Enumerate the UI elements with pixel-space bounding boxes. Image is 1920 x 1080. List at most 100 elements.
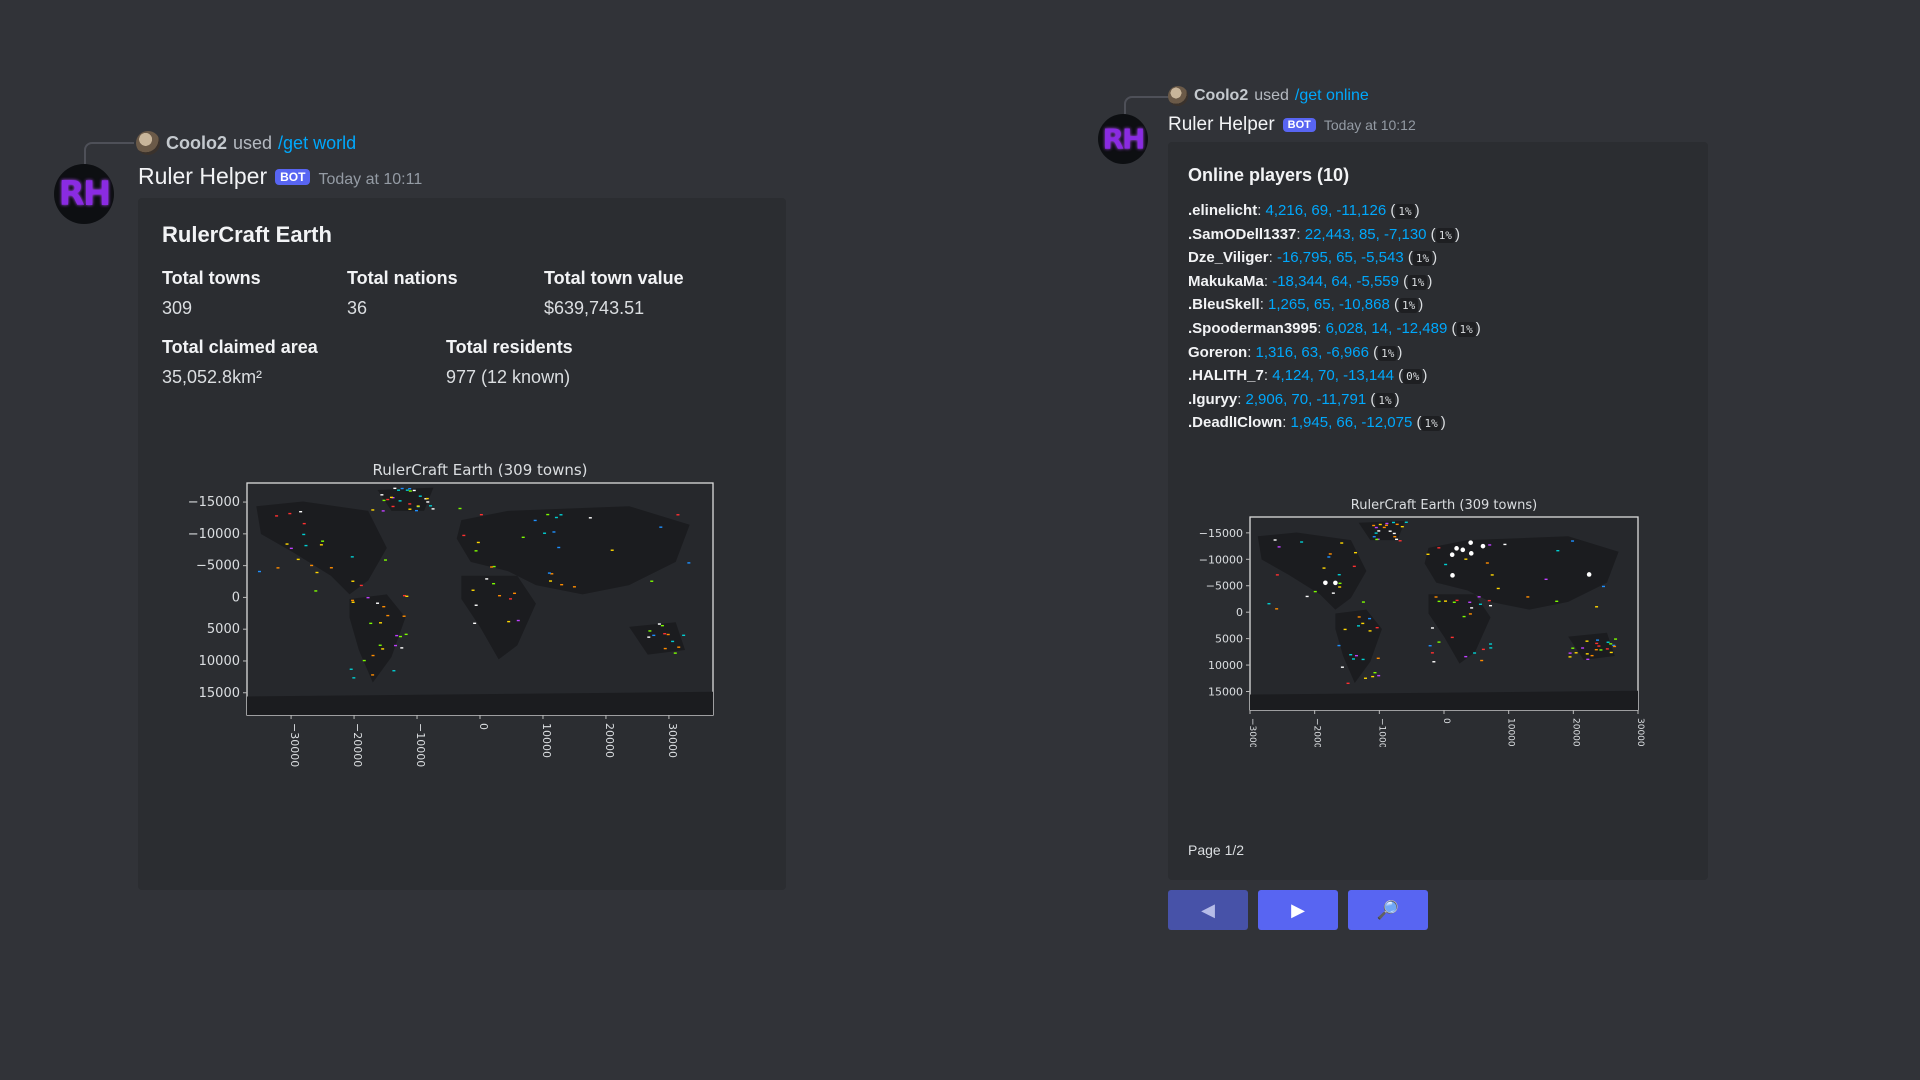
town-marker	[394, 644, 398, 647]
town-marker	[1354, 654, 1358, 657]
player-row: .elinelicht: 4,216, 69, -11,126 (1%)	[1188, 202, 1420, 219]
town-marker	[1275, 608, 1279, 610]
town-marker	[1609, 643, 1613, 645]
town-marker	[1555, 600, 1559, 602]
town-marker	[315, 571, 319, 574]
replied-user-avatar[interactable]	[136, 131, 160, 155]
town-marker	[657, 623, 661, 625]
player-percent: 1%	[1456, 322, 1476, 337]
reply-command[interactable]: /get online	[1295, 87, 1369, 105]
town-marker	[1377, 674, 1381, 677]
town-marker	[1462, 615, 1466, 618]
town-marker	[1351, 658, 1355, 660]
town-marker	[1468, 601, 1472, 603]
town-marker	[507, 620, 511, 623]
x-tick-label: −20000	[1312, 718, 1322, 747]
y-tick-label: 0	[232, 590, 240, 605]
reply-connector	[84, 142, 134, 164]
town-marker	[671, 640, 675, 643]
player-name: .elinelicht	[1188, 202, 1258, 219]
world-map-chart[interactable]: RulerCraft Earth (309 towns) −15000 −10000…	[150, 448, 750, 778]
town-marker	[431, 508, 435, 510]
town-marker	[304, 544, 308, 547]
town-marker	[547, 572, 551, 574]
town-marker	[1595, 642, 1599, 645]
x-tick-label: −30000	[288, 723, 301, 767]
town-marker	[1444, 563, 1448, 566]
town-marker	[1489, 643, 1493, 645]
replied-username[interactable]: Coolo2	[166, 133, 227, 154]
town-marker	[369, 622, 373, 625]
player-percent: 1%	[1408, 274, 1428, 290]
town-marker	[1395, 523, 1399, 526]
town-marker	[1375, 626, 1379, 629]
player-row: .SamODell1337: 22,443, 85, -7,130 (1%)	[1188, 225, 1460, 243]
reply-connector	[1124, 96, 1172, 114]
player-coords: -18,344, 64, -5,559	[1272, 272, 1399, 290]
town-marker	[351, 601, 355, 603]
player-row: Dze_Viliger: -16,795, 65, -5,543 (1%)	[1188, 249, 1438, 267]
town-marker	[1372, 536, 1376, 538]
player-name: Dze_Viliger	[1188, 249, 1269, 267]
town-marker	[302, 533, 306, 536]
town-marker	[1398, 540, 1402, 542]
town-marker	[666, 633, 670, 636]
bot-avatar[interactable]: RH	[1098, 114, 1148, 164]
town-marker	[296, 558, 300, 561]
avatar-logo-text: RH	[1102, 122, 1146, 156]
previous-page-button[interactable]: ◀	[1168, 890, 1248, 930]
next-page-button[interactable]: ▶	[1258, 890, 1338, 930]
player-point	[1468, 551, 1474, 556]
town-marker	[659, 526, 663, 528]
y-tick-label: −10000	[188, 527, 240, 542]
town-marker	[1597, 645, 1601, 647]
town-marker	[1349, 654, 1353, 656]
town-marker	[1581, 647, 1585, 649]
town-marker	[1377, 530, 1381, 532]
town-marker	[479, 513, 483, 516]
town-marker	[314, 590, 318, 592]
town-marker	[552, 531, 556, 533]
player-point	[1454, 546, 1459, 551]
reply-reference[interactable]: Coolo2 used /get online	[1168, 86, 1369, 106]
town-marker	[288, 512, 292, 515]
town-marker	[471, 589, 475, 591]
town-marker	[652, 634, 656, 637]
town-marker	[1490, 574, 1494, 576]
reply-reference[interactable]: Coolo2 used /get world	[136, 131, 356, 155]
player-percent: 0%	[1403, 369, 1423, 385]
town-marker	[549, 580, 553, 582]
town-marker	[1574, 652, 1578, 654]
town-marker	[302, 522, 306, 525]
search-button[interactable]: 🔎	[1348, 890, 1428, 930]
town-marker	[350, 556, 354, 558]
player-name: .SamODell1337	[1188, 225, 1297, 243]
player-row: .DeadlIClown: 1,945, 66, -12,075 (1%)	[1188, 414, 1446, 432]
y-tick-label: −15000	[188, 495, 240, 510]
town-marker	[276, 567, 280, 569]
town-marker	[462, 534, 466, 537]
field-total-town-value-value: $639,743.51	[544, 298, 645, 318]
town-marker	[366, 596, 370, 599]
replied-user-avatar[interactable]	[1168, 86, 1188, 106]
town-marker	[382, 499, 386, 502]
town-marker	[405, 489, 409, 491]
reply-command[interactable]: /get world	[278, 133, 356, 154]
replied-username[interactable]: Coolo2	[1194, 87, 1248, 105]
town-marker	[371, 674, 375, 676]
town-marker	[1544, 578, 1548, 581]
online-map-chart[interactable]: RulerCraft Earth (309 towns) −15000 −10000…	[1182, 487, 1682, 747]
town-marker	[1568, 652, 1572, 654]
town-marker	[1327, 556, 1331, 558]
player-point	[1333, 580, 1338, 586]
bot-username[interactable]: Ruler Helper	[1168, 114, 1275, 136]
bot-avatar[interactable]: RH	[54, 164, 114, 224]
bot-username[interactable]: Ruler Helper	[138, 163, 267, 190]
y-tick-label: −5000	[1206, 580, 1243, 593]
y-tick-label: −15000	[1199, 527, 1243, 540]
player-row: .BleuSkell: 1,265, 65, -10,868 (1%)	[1188, 296, 1424, 314]
player-name: .DeadlIClown	[1188, 414, 1283, 432]
town-marker	[663, 633, 667, 635]
town-marker	[351, 599, 355, 602]
town-marker	[1346, 682, 1350, 685]
